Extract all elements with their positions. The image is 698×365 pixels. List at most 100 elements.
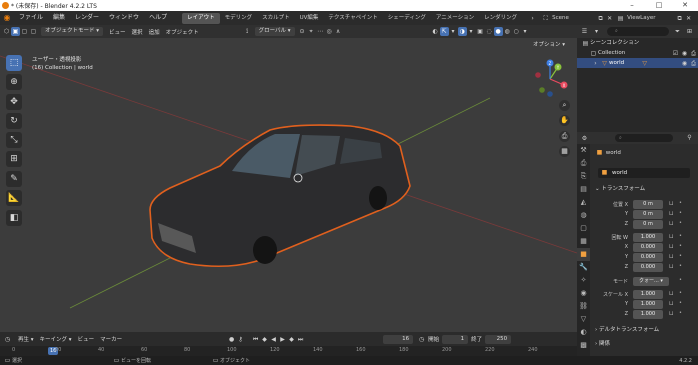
tab-output-icon[interactable]: ⎘ [577,170,590,183]
tab-texture2-icon[interactable]: ▩ [577,339,590,352]
marker-menu[interactable]: マーカー [100,335,122,343]
pivot-icon[interactable]: ⊙ [298,27,307,36]
camera-view-icon[interactable]: ⎙ [559,131,570,142]
location-z-field[interactable]: 0 m [633,220,663,229]
perspective-toggle-icon[interactable]: ▦ [559,146,570,157]
visibility-icon[interactable]: ◐ [431,27,440,36]
scale-y-lock-icon[interactable]: ⊔ [669,300,674,307]
select-box-tool-icon[interactable]: ⬚ [6,55,22,71]
outliner-editor-icon[interactable]: ☰ [580,27,589,36]
start-frame-field[interactable]: 1 [442,334,469,344]
scene-name[interactable]: Scene [552,15,596,21]
scale-y-keyframe-icon[interactable]: • [679,300,682,306]
snap-icon[interactable]: ⌖ [307,27,316,36]
menu-window[interactable]: ウィンドウ [104,11,144,25]
pin-icon[interactable]: ⚲ [685,133,694,142]
gizmo-toggle-icon[interactable]: ⇱ [439,27,449,36]
properties-search-input[interactable]: ⌕ [615,134,673,142]
transform-section-header[interactable]: ⌄ トランスフォーム [590,184,698,194]
location-x-field[interactable]: 0 m [633,200,663,209]
collection-checkbox-icon[interactable]: ☑ [671,49,680,58]
tab-world-icon[interactable]: ◍ [577,209,590,222]
select-mode-icon[interactable]: ▣ [11,27,20,36]
menu-object[interactable]: オブジェクト [166,28,199,36]
rotation-w-lock-icon[interactable]: ⊔ [669,233,674,240]
pan-hand-icon[interactable]: ✋ [559,115,570,126]
tab-render-icon[interactable]: ⎙ [577,157,590,170]
play-icon[interactable]: ▶ [278,335,287,344]
record-icon[interactable]: ● [227,335,236,344]
tab-texture-paint[interactable]: テクスチャペイント [323,13,382,24]
filter-icon[interactable]: ⏷ [673,27,682,36]
falloff-icon[interactable]: ∧ [334,27,343,36]
blender-menu-icon[interactable]: ◉ [0,11,14,25]
gizmo-dropdown-icon[interactable]: ▾ [449,27,458,36]
tab-particles-icon[interactable]: ✧ [577,274,590,287]
tab-constraints-icon[interactable]: ⛓ [577,300,590,313]
viewlayer-close-icon[interactable]: ✕ [684,14,693,23]
expand-chevron-icon[interactable]: › [591,59,600,68]
scene-close-icon[interactable]: ✕ [605,14,614,23]
viewlayer-copy-icon[interactable]: ⧉ [675,14,684,23]
location-y-keyframe-icon[interactable]: • [679,210,682,216]
jump-start-icon[interactable]: ⏮ [251,335,260,344]
tab-rendering[interactable]: レンダリング [479,13,522,24]
transform-orientation-dropdown[interactable]: グローバル ▾ [254,27,295,36]
scale-z-lock-icon[interactable]: ⊔ [669,310,674,317]
menu-help[interactable]: ヘルプ [144,11,172,25]
overlay-dropdown-icon[interactable]: ▾ [467,27,476,36]
shading-dropdown-icon[interactable]: ▾ [521,27,530,36]
location-x-keyframe-icon[interactable]: • [679,200,682,206]
keying-menu[interactable]: キーイング ▾ [40,335,72,343]
location-y-lock-icon[interactable]: ⊔ [669,210,674,217]
rotation-x-field[interactable]: 0.000 [633,243,663,252]
proportional-edit-icon[interactable]: ◎ [325,27,334,36]
menu-add[interactable]: 追加 [149,28,160,36]
outliner-search-input[interactable]: ⌕ [607,27,669,36]
3d-viewport[interactable]: ユーザー・透視投影 (16) Collection | world オプション … [0,38,577,332]
maximize-button[interactable]: □ [648,0,670,11]
rotation-x-lock-icon[interactable]: ⊔ [669,243,674,250]
minimize-button[interactable]: – [621,0,643,11]
outliner-row-collection[interactable]: ▢ Collection ☑ ◉ ⎙ [577,48,698,58]
object-camera-icon[interactable]: ⎙ [689,59,698,68]
cursor-tool-icon[interactable]: ⊕ [6,74,22,90]
tab-sculpt[interactable]: スカルプト [257,13,295,24]
shading-solid-icon[interactable]: ● [493,27,503,36]
rotation-mode-keyframe-icon[interactable]: • [679,277,682,283]
rotation-z-lock-icon[interactable]: ⊔ [669,263,674,270]
tab-collection-icon[interactable]: ▢ [577,222,590,235]
scale-z-field[interactable]: 1.000 [633,310,663,319]
playback-menu[interactable]: 再生 ▾ [18,335,34,343]
scale-x-keyframe-icon[interactable]: • [679,290,682,296]
tab-scene-icon[interactable]: ◭ [577,196,590,209]
menu-file[interactable]: ファイル [14,11,48,25]
location-z-keyframe-icon[interactable]: • [679,220,682,226]
tab-data-icon[interactable]: ▽ [577,313,590,326]
editor-type-icon[interactable]: ⬡ [2,27,11,36]
menu-view[interactable]: ビュー [109,28,126,36]
tab-modeling[interactable]: モデリング [220,13,258,24]
collection-camera-icon[interactable]: ⎙ [689,49,698,58]
zoom-icon[interactable]: ⌕ [559,100,570,111]
tab-uv-editing[interactable]: UV編集 [295,13,324,24]
rotation-y-lock-icon[interactable]: ⊔ [669,253,674,260]
measure-tool-icon[interactable]: 📐 [6,190,22,206]
current-frame-field[interactable]: 16 [383,334,414,344]
shading-wireframe-icon[interactable]: ◌ [485,27,494,36]
rotation-z-field[interactable]: 0.000 [633,263,663,272]
outliner-row-scene-collection[interactable]: ▤ シーンコレクション [577,38,698,48]
transform-tool-icon[interactable]: ⊞ [6,151,22,167]
viewlayer-name[interactable]: ViewLayer [627,15,675,21]
rotation-x-keyframe-icon[interactable]: • [679,243,682,249]
shading-material-icon[interactable]: ◍ [503,27,512,36]
location-y-field[interactable]: 0 m [633,210,663,219]
scale-z-keyframe-icon[interactable]: • [679,310,682,316]
tab-material-icon[interactable]: ◐ [577,326,590,339]
clock-icon[interactable]: ◷ [417,335,426,344]
tab-viewlayer-icon[interactable]: ▤ [577,183,590,196]
tab-tool-icon[interactable]: ⚒ [577,144,590,157]
move-tool-icon[interactable]: ✥ [6,94,22,110]
shading-rendered-icon[interactable]: ○ [512,27,521,36]
add-cube-tool-icon[interactable]: ◧ [6,210,22,226]
